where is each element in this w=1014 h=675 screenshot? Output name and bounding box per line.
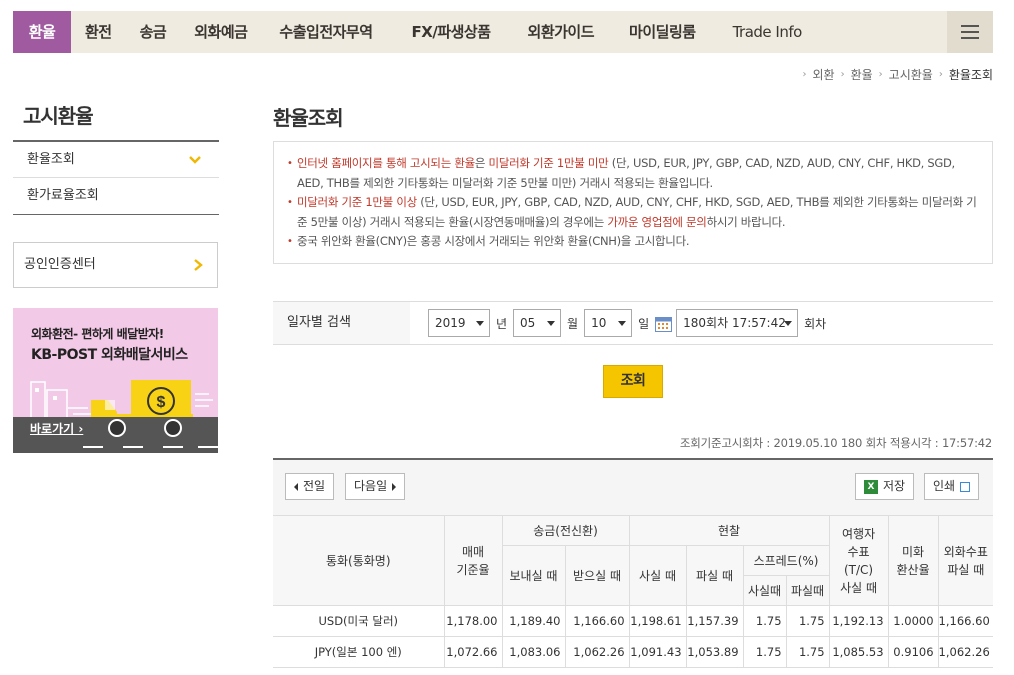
table-row: USD(미국 달러) 1,178.00 1,189.40 1,166.60 1,… bbox=[273, 605, 994, 637]
cert-center-link[interactable]: 공인인증센터 bbox=[13, 242, 218, 288]
nav-item-trade-info[interactable]: Trade Info bbox=[715, 11, 820, 53]
currency-cell[interactable]: USD(미국 달러) bbox=[273, 605, 445, 637]
col-base-rate: 매매 기준율 bbox=[443, 515, 503, 606]
date-search-label: 일자별 검색 bbox=[273, 302, 410, 344]
table-cell: 1,085.53 bbox=[828, 636, 889, 668]
table-cell: 1,189.40 bbox=[501, 605, 566, 637]
col-remit-send: 보내실 때 bbox=[502, 545, 566, 606]
banner-line1: 외화환전- 편하게 배달받자! bbox=[31, 327, 164, 341]
table-cell: 1.75 bbox=[785, 636, 830, 668]
sidebar-item-discount-rate[interactable]: 환가료율조회 bbox=[13, 178, 219, 214]
chevron-right-icon bbox=[194, 259, 203, 271]
table-cell: 1,083.06 bbox=[501, 636, 566, 668]
col-cash-sell: 파실 때 bbox=[685, 545, 744, 606]
col-spread: 스프레드(%) bbox=[742, 545, 830, 576]
month-select[interactable]: 05 bbox=[513, 309, 562, 337]
notice-box: 인터넷 홈페이지를 통해 고시되는 환율은 미달러화 기준 1만불 미만 (단,… bbox=[273, 141, 993, 264]
sidebar-title: 고시환율 bbox=[23, 104, 94, 128]
breadcrumb-current: 환율조회 bbox=[948, 68, 993, 82]
nav-item-my-dealing-room[interactable]: 마이딜링룸 bbox=[610, 11, 715, 53]
chevron-down-icon bbox=[189, 156, 201, 164]
print-button[interactable]: 인쇄 bbox=[924, 473, 980, 500]
table-cell: 1.75 bbox=[742, 636, 787, 668]
nav-item-e-trade[interactable]: 수출입전자무역 bbox=[261, 11, 390, 53]
table-cell: 1,053.89 bbox=[685, 636, 744, 668]
query-button[interactable]: 조회 bbox=[603, 365, 663, 398]
year-select[interactable]: 2019 bbox=[428, 309, 490, 337]
table-toolbar: 전일 다음일 X 저장 인쇄 bbox=[273, 460, 993, 515]
rate-table: 통화(통화명) 매매 기준율 송금(전신환) 현찰 여행자 수표 (T/C) 사… bbox=[273, 515, 994, 668]
table-cell: 1,178.00 bbox=[443, 605, 503, 637]
breadcrumb: › 외환 › 환율 › 고시환율 › 환율조회 bbox=[802, 66, 993, 83]
breadcrumb-item[interactable]: 외환 bbox=[812, 66, 834, 83]
caret-right-icon bbox=[392, 482, 397, 491]
nav-item-currency-exchange[interactable]: 환전 bbox=[71, 11, 126, 53]
col-check-sell: 외화수표 파실 때 bbox=[937, 515, 994, 606]
nav-item-fx-guide[interactable]: 외환가이드 bbox=[512, 11, 611, 53]
col-tc: 여행자 수표 (T/C) 사실 때 bbox=[828, 515, 889, 606]
sidebar-item-rate-inquiry[interactable]: 환율조회 bbox=[13, 142, 219, 178]
table-cell: 0.9106 bbox=[887, 636, 939, 668]
table-cell: 1,072.66 bbox=[443, 636, 503, 668]
nav-item-remittance[interactable]: 송금 bbox=[126, 11, 181, 53]
col-currency: 통화(통화명) bbox=[273, 515, 445, 606]
sidebar-item-label: 환가료율조회 bbox=[27, 188, 99, 203]
col-usd-rate: 미화 환산율 bbox=[887, 515, 939, 606]
table-cell: 1,166.60 bbox=[564, 605, 630, 637]
banner-go-link[interactable]: 바로가기 › bbox=[30, 420, 83, 437]
external-link-icon bbox=[960, 481, 971, 492]
notice-item: 인터넷 홈페이지를 통해 고시되는 환율은 미달러화 기준 1만불 미만 (단,… bbox=[287, 154, 978, 193]
table-cell: 1,062.26 bbox=[937, 636, 994, 668]
currency-cell[interactable]: JPY(일본 100 엔) bbox=[273, 636, 445, 668]
date-search-row: 일자별 검색 2019 년 05 월 10 일 180회차 17:57:42 회… bbox=[273, 301, 993, 345]
notice-item: 미달러화 기준 1만불 이상 (단, USD, EUR, JPY, GBP, C… bbox=[287, 193, 978, 232]
breadcrumb-item[interactable]: 고시환율 bbox=[889, 66, 933, 83]
menu-icon[interactable] bbox=[947, 11, 993, 53]
col-remittance: 송금(전신환) bbox=[501, 515, 630, 546]
day-select[interactable]: 10 bbox=[584, 309, 633, 337]
save-button[interactable]: X 저장 bbox=[855, 473, 915, 500]
round-select[interactable]: 180회차 17:57:42 bbox=[676, 309, 799, 337]
table-cell: 1,062.26 bbox=[564, 636, 630, 668]
col-spread-sell: 파실때 bbox=[785, 575, 830, 606]
round-unit: 회차 bbox=[804, 316, 827, 331]
top-nav: 환율 환전 송금 외화예금 수출입전자무역 FX/파생상품 외환가이드 마이딜링… bbox=[13, 11, 993, 53]
table-cell: 1,166.60 bbox=[937, 605, 994, 637]
calendar-icon[interactable] bbox=[655, 315, 673, 332]
nav-item-fx-derivatives[interactable]: FX/파생상품 bbox=[391, 11, 512, 53]
cert-center-label: 공인인증센터 bbox=[24, 257, 96, 272]
next-day-button[interactable]: 다음일 bbox=[345, 473, 406, 500]
col-remit-recv: 받으실 때 bbox=[564, 545, 630, 606]
table-cell: 1,091.43 bbox=[628, 636, 687, 668]
excel-icon: X bbox=[864, 479, 878, 494]
col-cash: 현찰 bbox=[628, 515, 830, 546]
notice-time: 조회기준고시회차 : 2019.05.10 180 회차 적용시각 : 17:5… bbox=[679, 436, 992, 450]
kb-post-banner[interactable]: 외화환전- 편하게 배달받자! KB-POST 외화배달서비스 $ 바로가기 › bbox=[13, 308, 218, 453]
banner-line2: KB-POST 외화배달서비스 bbox=[31, 347, 188, 363]
prev-day-button[interactable]: 전일 bbox=[285, 473, 335, 500]
nav-item-exchange-rate[interactable]: 환율 bbox=[13, 11, 71, 53]
table-row: JPY(일본 100 엔) 1,072.66 1,083.06 1,062.26… bbox=[273, 636, 994, 668]
nav-item-fx-deposit[interactable]: 외화예금 bbox=[180, 11, 261, 53]
notice-item: 중국 위안화 환율(CNY)은 홍콩 시장에서 거래되는 위안화 환율(CNH)… bbox=[287, 232, 978, 252]
table-cell: 1.75 bbox=[785, 605, 830, 637]
year-unit: 년 bbox=[496, 316, 508, 331]
month-unit: 월 bbox=[567, 316, 579, 331]
col-spread-buy: 사실때 bbox=[743, 575, 787, 606]
table-cell: 1,198.61 bbox=[628, 605, 687, 637]
col-cash-buy: 사실 때 bbox=[628, 545, 687, 606]
sidebar-item-label: 환율조회 bbox=[27, 152, 75, 167]
page-title: 환율조회 bbox=[273, 106, 344, 130]
table-cell: 1,157.39 bbox=[685, 605, 744, 637]
caret-left-icon bbox=[294, 482, 298, 491]
rate-table-section: 전일 다음일 X 저장 인쇄 통화(통화명) 매매 기준율 송금(전신환) 현찰… bbox=[273, 458, 994, 668]
table-cell: 1.75 bbox=[742, 605, 787, 637]
breadcrumb-item[interactable]: 환율 bbox=[851, 66, 873, 83]
table-cell: 1,192.13 bbox=[828, 605, 889, 637]
svg-text:$: $ bbox=[157, 394, 166, 411]
day-unit: 일 bbox=[638, 316, 650, 331]
sidebar-menu: 환율조회 환가료율조회 bbox=[13, 140, 219, 215]
table-cell: 1.0000 bbox=[887, 605, 939, 637]
